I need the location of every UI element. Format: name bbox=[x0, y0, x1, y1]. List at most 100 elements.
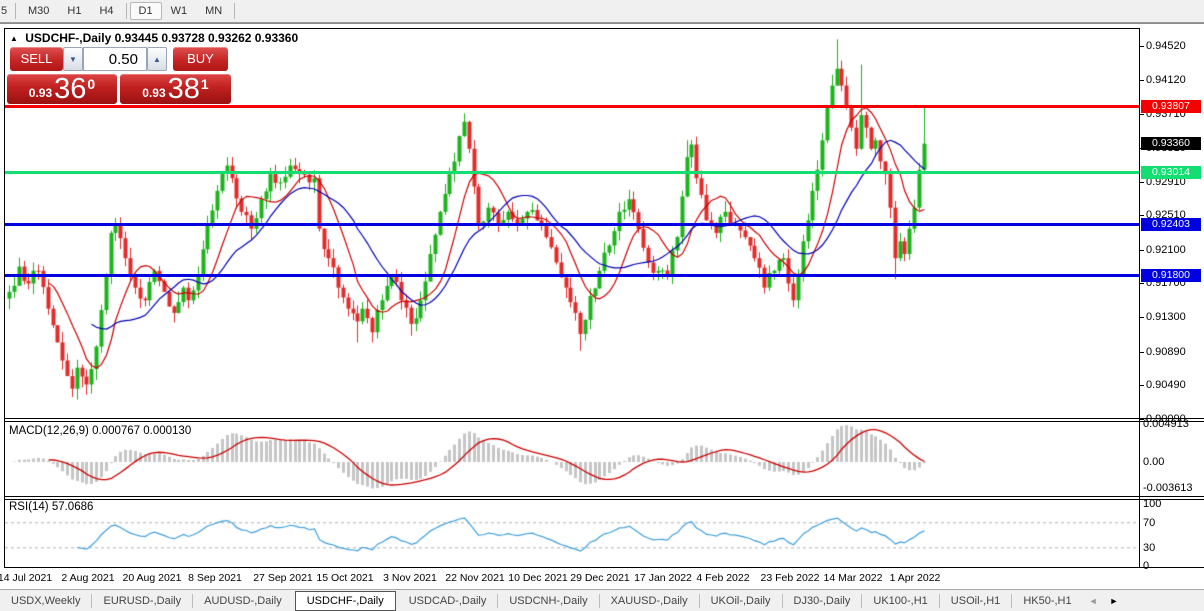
tf-button-w1[interactable]: W1 bbox=[162, 2, 197, 20]
window-edge-line bbox=[0, 23, 1204, 24]
tab-scroll-left-icon[interactable]: ◄ bbox=[1083, 596, 1104, 606]
price-axis-tick bbox=[1139, 351, 1144, 353]
tab-scroll-right-icon[interactable]: ► bbox=[1104, 596, 1125, 606]
date-label: 22 Nov 2021 bbox=[445, 572, 505, 584]
chart-symbol-label: USDCHF-,Daily bbox=[25, 31, 112, 45]
price-axis-label: 0.94520 bbox=[1146, 40, 1186, 52]
tab-usoil-h1[interactable]: USOil-,H1 bbox=[940, 591, 1012, 611]
collapse-trade-panel-icon[interactable]: ▲ bbox=[10, 34, 18, 43]
tf-button-m5-partial[interactable]: 5 bbox=[0, 5, 12, 17]
date-label: 2 Aug 2021 bbox=[61, 572, 115, 584]
toolbar-separator bbox=[125, 3, 127, 19]
date-label: 3 Nov 2021 bbox=[383, 572, 437, 584]
tab-usdchf-daily[interactable]: USDCHF-,Daily bbox=[294, 591, 396, 611]
volume-input[interactable] bbox=[83, 47, 147, 71]
macd-axis-label: -0.003613 bbox=[1143, 482, 1193, 494]
tab-eurusd-daily[interactable]: EURUSD-,Daily bbox=[92, 591, 192, 611]
timeframe-toolbar: 5 M30 H1 H4 D1 W1 MN bbox=[0, 0, 1204, 23]
date-label: 10 Dec 2021 bbox=[508, 572, 568, 584]
volume-increase-button[interactable]: ▲ bbox=[147, 47, 167, 71]
price-axis-tick bbox=[1139, 249, 1144, 251]
tab-uk100-h1[interactable]: UK100-,H1 bbox=[862, 591, 938, 611]
current-price-badge: 0.93360 bbox=[1141, 137, 1201, 151]
price-axis-line bbox=[1139, 28, 1140, 567]
date-label: 23 Feb 2022 bbox=[760, 572, 820, 584]
buy-price-prefix: 0.93 bbox=[142, 86, 166, 100]
date-label: 27 Sep 2021 bbox=[253, 572, 313, 584]
toolbar-separator bbox=[15, 3, 16, 19]
tab-usdx-weekly[interactable]: USDX,Weekly bbox=[0, 591, 91, 611]
tab-xauusd-daily[interactable]: XAUUSD-,Daily bbox=[600, 591, 699, 611]
rsi-label: RSI(14) 57.0686 bbox=[9, 501, 94, 513]
price-axis-label: 0.90890 bbox=[1146, 345, 1186, 358]
tf-button-d1[interactable]: D1 bbox=[129, 2, 162, 20]
date-label: 20 Aug 2021 bbox=[122, 572, 182, 584]
hline-093014[interactable] bbox=[5, 171, 1139, 175]
toolbar-separator bbox=[234, 3, 236, 19]
price-axis-tick bbox=[1139, 79, 1144, 81]
sell-price-prefix: 0.93 bbox=[28, 86, 53, 100]
rsi-axis-label: 30 bbox=[1143, 542, 1156, 554]
tf-button-h4[interactable]: H4 bbox=[90, 2, 122, 20]
rsi-axis-label: 0 bbox=[1143, 560, 1150, 572]
date-label: 14 Jul 2021 bbox=[0, 572, 53, 584]
price-axis-tick bbox=[1139, 317, 1144, 319]
one-click-trade-panel: SELL ▼ ▲ BUY 0.93 36 0 0.93 38 1 bbox=[7, 45, 231, 104]
tab-usdcnh-daily[interactable]: USDCNH-,Daily bbox=[498, 591, 598, 611]
rsi-canvas[interactable] bbox=[5, 500, 1139, 567]
sell-button[interactable]: SELL bbox=[10, 47, 63, 71]
sell-price-sup: 0 bbox=[87, 76, 96, 92]
price-axis-tick bbox=[1139, 215, 1144, 217]
date-label: 4 Feb 2022 bbox=[696, 572, 750, 584]
price-axis-tick bbox=[1139, 283, 1144, 285]
price-axis-tick bbox=[1139, 46, 1144, 47]
date-label: 14 Mar 2022 bbox=[823, 572, 883, 584]
date-label: 8 Sep 2021 bbox=[188, 572, 242, 584]
buy-price-big: 38 bbox=[167, 73, 200, 105]
separator-main-macd-a bbox=[4, 418, 1204, 419]
rsi-axis-label: 100 bbox=[1143, 498, 1162, 510]
rsi-bottom-border bbox=[4, 567, 1204, 568]
buy-button[interactable]: BUY bbox=[173, 47, 228, 71]
buy-price-box[interactable]: 0.93 38 1 bbox=[120, 74, 231, 104]
support-blue-line-badge-1: 0.92403 bbox=[1141, 217, 1201, 231]
tf-button-mn[interactable]: MN bbox=[196, 2, 231, 20]
price-axis-tick bbox=[1139, 385, 1144, 387]
macd-axis-label: 0.00 bbox=[1143, 456, 1165, 468]
support-green-line-badge: 0.93014 bbox=[1141, 166, 1201, 180]
price-axis-label: 0.94120 bbox=[1146, 73, 1186, 86]
trading-platform-window: 5 M30 H1 H4 D1 W1 MN ▲ USDCHF-,Daily 0.93445 … bbox=[0, 0, 1204, 611]
hline-0918[interactable] bbox=[5, 273, 1139, 277]
buy-price-sup: 1 bbox=[200, 76, 209, 92]
sell-price-box[interactable]: 0.93 36 0 bbox=[7, 74, 117, 104]
price-axis-tick bbox=[1139, 181, 1144, 183]
support-blue-line-badge-2: 0.91800 bbox=[1141, 268, 1201, 282]
date-label: 15 Oct 2021 bbox=[316, 572, 374, 584]
tf-button-m30[interactable]: M30 bbox=[19, 2, 58, 20]
separator-macd-rsi-a bbox=[4, 496, 1204, 497]
sell-price-big: 36 bbox=[54, 73, 87, 105]
tab-dj30-daily[interactable]: DJ30-,Daily bbox=[783, 591, 862, 611]
date-label: 17 Jan 2022 bbox=[634, 572, 692, 584]
rsi-indicator-panel bbox=[5, 500, 1139, 567]
tab-usdcad-daily[interactable]: USDCAD-,Daily bbox=[398, 591, 498, 611]
tab-audusd-daily[interactable]: AUDUSD-,Daily bbox=[193, 591, 293, 611]
chart-ohlc-values: 0.93445 0.93728 0.93262 0.93360 bbox=[114, 31, 299, 45]
rsi-axis-label: 70 bbox=[1143, 517, 1156, 529]
resistance-red-line-badge: 0.93807 bbox=[1141, 99, 1201, 113]
date-label: 29 Dec 2021 bbox=[570, 572, 630, 584]
tf-button-h1[interactable]: H1 bbox=[58, 2, 90, 20]
tab-ukoil-daily[interactable]: UKOil-,Daily bbox=[700, 591, 782, 611]
date-label: 1 Apr 2022 bbox=[889, 572, 941, 584]
price-axis-label: 0.90490 bbox=[1146, 379, 1186, 392]
tab-hk50-h1[interactable]: HK50-,H1 bbox=[1012, 591, 1082, 611]
hline-092403[interactable] bbox=[5, 222, 1139, 226]
volume-decrease-button[interactable]: ▼ bbox=[63, 47, 83, 71]
separator-main-macd-b bbox=[4, 421, 1204, 422]
chart-tab-bar: USDX,Weekly EURUSD-,Daily AUDUSD-,Daily USD… bbox=[0, 589, 1204, 611]
price-axis-label: 0.91300 bbox=[1146, 311, 1186, 324]
price-axis-label: 0.92100 bbox=[1146, 243, 1186, 256]
macd-axis-label: 0.004913 bbox=[1143, 418, 1189, 430]
macd-label: MACD(12,26,9) 0.000767 0.000130 bbox=[9, 425, 192, 437]
price-axis-tick bbox=[1139, 114, 1144, 116]
